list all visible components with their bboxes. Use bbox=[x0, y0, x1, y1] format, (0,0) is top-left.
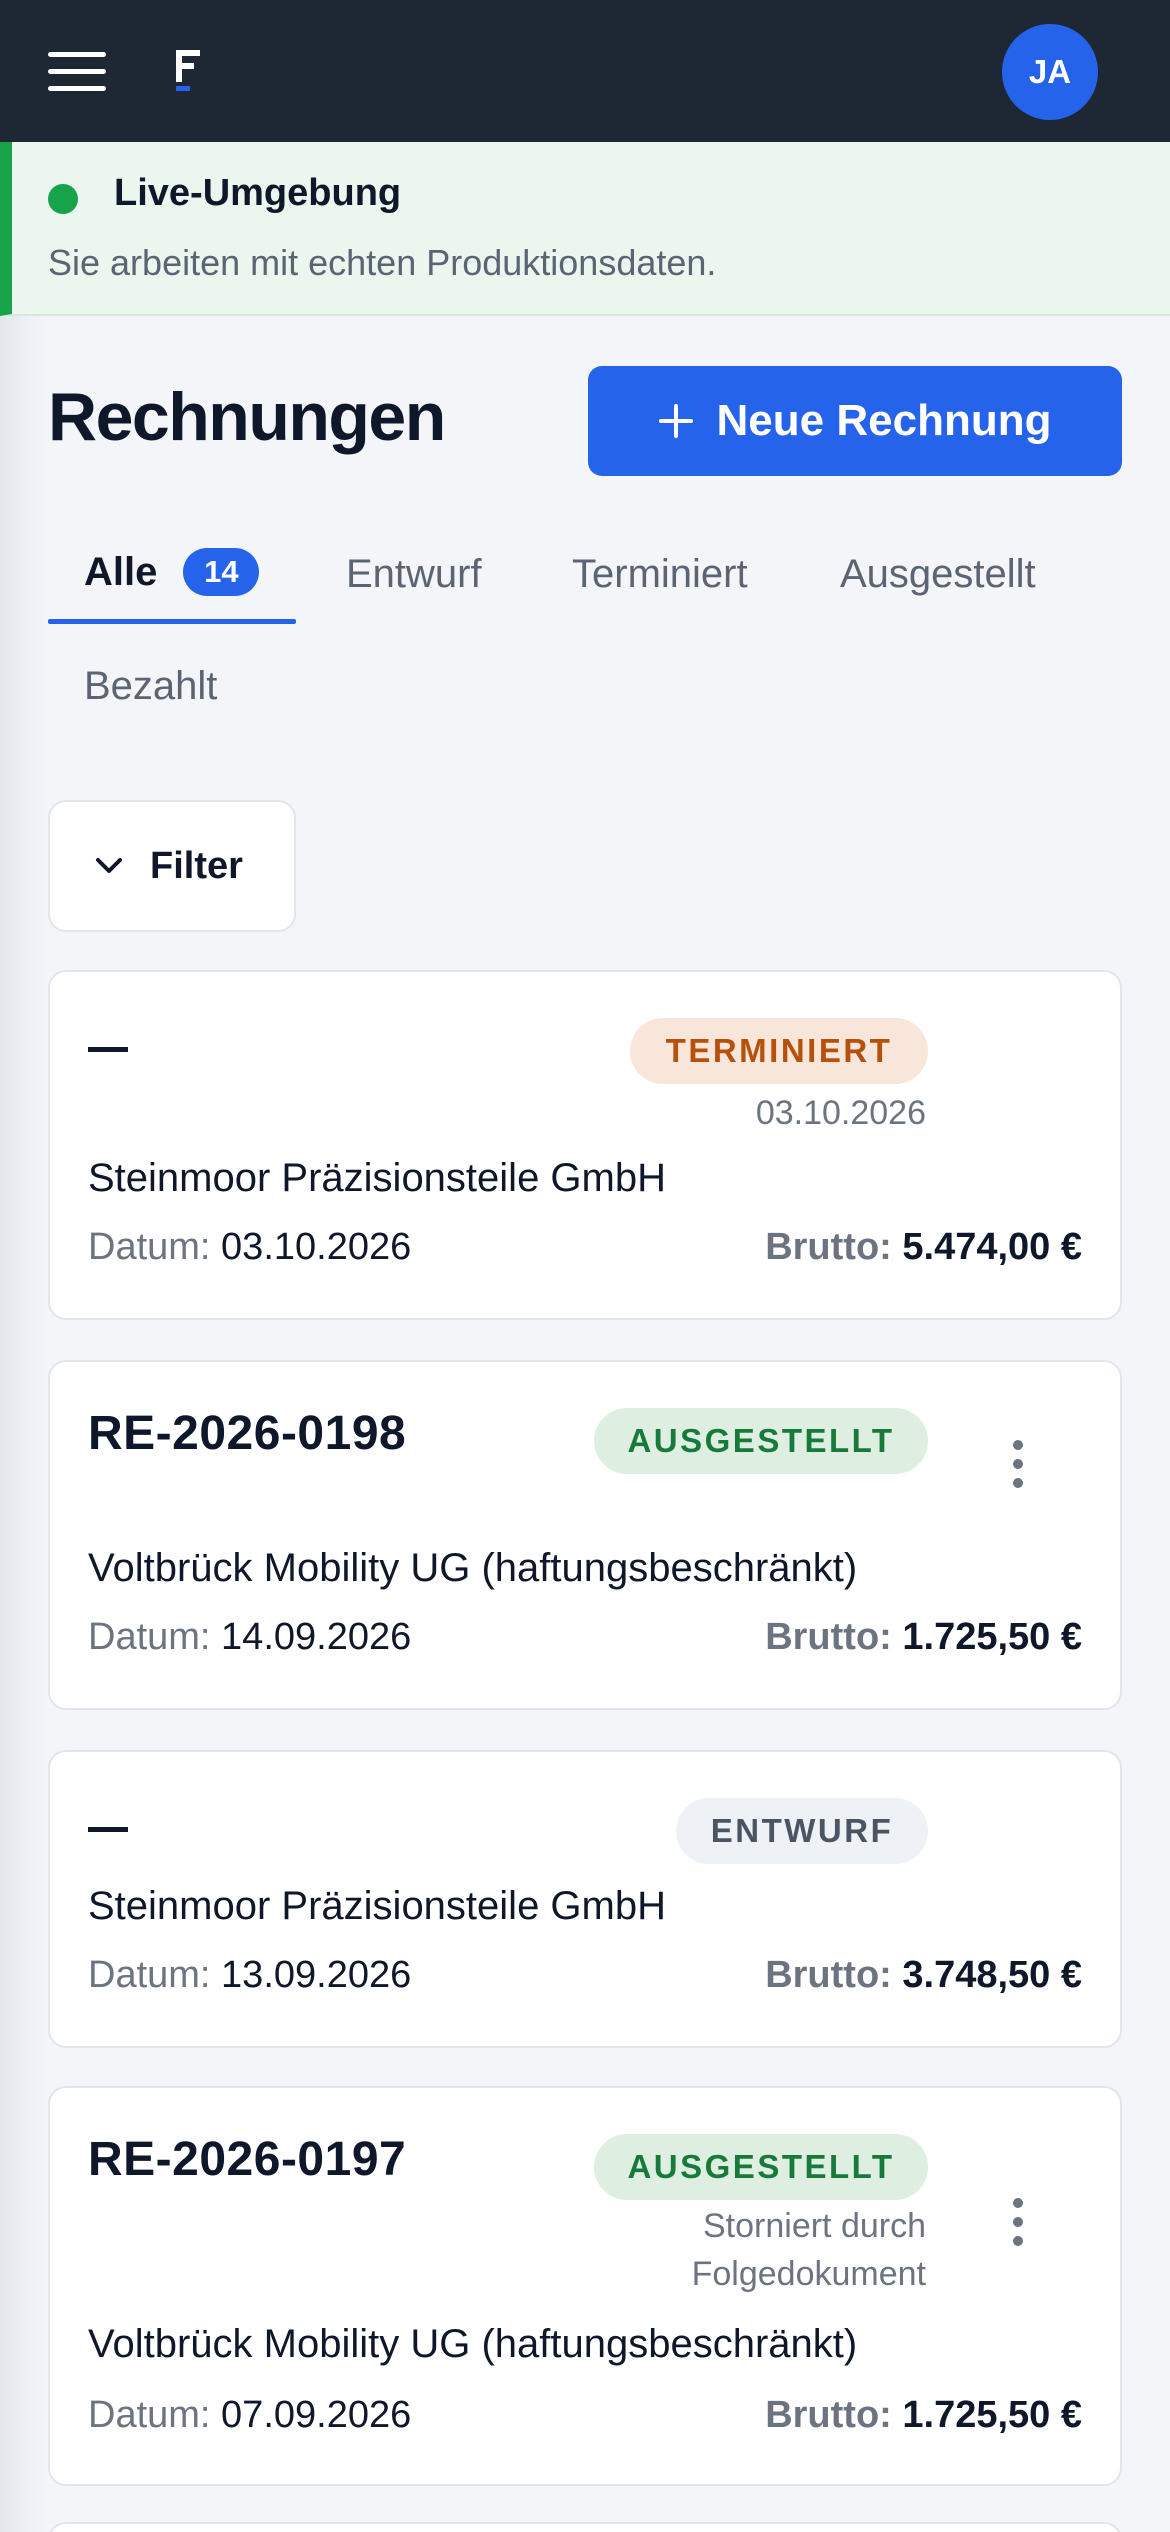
status-badge: AUSGESTELLT bbox=[594, 2134, 928, 2200]
gross-value: 1.725,50 € bbox=[902, 1616, 1082, 1658]
gross-label: Brutto: bbox=[765, 2394, 892, 2436]
count-badge: 14 bbox=[183, 548, 260, 596]
invoice-date: Datum: 03.10.2026 bbox=[88, 1226, 411, 1269]
invoice-card[interactable]: RE-2026-0198 AUSGESTELLT Voltbrück Mobil… bbox=[48, 1360, 1122, 1710]
cancellation-note-line: Storniert durch bbox=[703, 2207, 926, 2245]
gross-value: 3.748,50 € bbox=[902, 1954, 1082, 1996]
invoice-date: Datum: 14.09.2026 bbox=[88, 1616, 411, 1659]
date-label: Datum: bbox=[88, 1954, 211, 1996]
status-badge: TERMINIERT bbox=[630, 1018, 928, 1084]
tab-label: Alle bbox=[84, 549, 158, 594]
new-invoice-button[interactable]: Neue Rechnung bbox=[588, 366, 1122, 476]
gross-amount: Brutto: 3.748,50 € bbox=[765, 1954, 1082, 1997]
live-environment-banner: Live-Umgebung Sie arbeiten mit echten Pr… bbox=[0, 142, 1170, 316]
more-vertical-icon[interactable] bbox=[1004, 2192, 1032, 2252]
gross-amount: Brutto: 1.725,50 € bbox=[765, 1616, 1082, 1659]
gross-label: Brutto: bbox=[765, 1954, 892, 1996]
tab-scheduled[interactable]: Terminiert bbox=[572, 552, 748, 597]
more-vertical-icon[interactable] bbox=[1004, 1434, 1032, 1494]
cancellation-note-line: Folgedokument bbox=[691, 2255, 926, 2293]
logo-icon[interactable] bbox=[172, 46, 206, 96]
tab-draft[interactable]: Entwurf bbox=[346, 552, 482, 597]
invoice-number: RE-2026-0198 bbox=[88, 1407, 407, 1460]
invoice-number: RE-2026-0197 bbox=[88, 2133, 407, 2186]
tab-issued[interactable]: Ausgestellt bbox=[840, 552, 1036, 597]
date-label: Datum: bbox=[88, 1226, 211, 1268]
date-value: 03.10.2026 bbox=[221, 1226, 412, 1268]
invoice-card[interactable]: ENTWURF Steinmoor Präzisionsteile GmbH D… bbox=[48, 1750, 1122, 2048]
tab-all[interactable]: Alle 14 bbox=[84, 548, 260, 596]
invoice-number-placeholder bbox=[88, 1827, 128, 1832]
gross-value: 1.725,50 € bbox=[902, 2394, 1082, 2436]
customer-name: Voltbrück Mobility UG (haftungsbeschränk… bbox=[88, 1546, 858, 1590]
gross-label: Brutto: bbox=[765, 1226, 892, 1268]
date-value: 13.09.2026 bbox=[221, 1954, 412, 1996]
top-app-bar: JA bbox=[0, 0, 1170, 142]
gross-amount: Brutto: 5.474,00 € bbox=[765, 1226, 1082, 1269]
live-status-dot bbox=[48, 184, 78, 214]
gross-value: 5.474,00 € bbox=[902, 1226, 1082, 1268]
customer-name: Voltbrück Mobility UG (haftungsbeschränk… bbox=[88, 2322, 858, 2366]
gross-label: Brutto: bbox=[765, 1616, 892, 1658]
invoice-card[interactable]: RE-2026-0197 AUSGESTELLT Storniert durch… bbox=[48, 2086, 1122, 2486]
date-label: Datum: bbox=[88, 1616, 211, 1658]
filter-label: Filter bbox=[150, 844, 243, 887]
date-value: 14.09.2026 bbox=[221, 1616, 412, 1658]
status-badge: AUSGESTELLT bbox=[594, 1408, 928, 1474]
gross-amount: Brutto: 1.725,50 € bbox=[765, 2394, 1082, 2437]
invoice-list-screen: JA Live-Umgebung Sie arbeiten mit echten… bbox=[0, 0, 1170, 2532]
invoice-date: Datum: 07.09.2026 bbox=[88, 2394, 411, 2437]
avatar[interactable]: JA bbox=[1002, 24, 1098, 120]
invoice-date: Datum: 13.09.2026 bbox=[88, 1954, 411, 1997]
customer-name: Steinmoor Präzisionsteile GmbH bbox=[88, 1884, 666, 1928]
banner-subtitle: Sie arbeiten mit echten Produktionsdaten… bbox=[48, 242, 717, 283]
customer-name: Steinmoor Präzisionsteile GmbH bbox=[88, 1156, 666, 1200]
invoice-card[interactable]: TERMINIERT 03.10.2026 Steinmoor Präzisio… bbox=[48, 970, 1122, 1320]
chevron-down-icon bbox=[96, 858, 122, 873]
new-invoice-label: Neue Rechnung bbox=[716, 396, 1052, 445]
menu-icon[interactable] bbox=[48, 52, 106, 92]
plus-icon bbox=[658, 404, 693, 438]
filter-button[interactable]: Filter bbox=[48, 800, 296, 932]
cancellation-note: Storniert durch Folgedokument bbox=[692, 2202, 926, 2298]
active-tab-indicator bbox=[48, 619, 296, 624]
invoice-number-placeholder bbox=[88, 1047, 128, 1052]
invoice-card[interactable] bbox=[48, 2522, 1122, 2532]
banner-title: Live-Umgebung bbox=[114, 172, 402, 214]
date-label: Datum: bbox=[88, 2394, 211, 2436]
status-badge: ENTWURF bbox=[676, 1798, 928, 1864]
page-title: Rechnungen bbox=[48, 379, 446, 455]
scheduled-date: 03.10.2026 bbox=[755, 1094, 926, 1132]
side-shade bbox=[0, 316, 48, 2532]
date-value: 07.09.2026 bbox=[221, 2394, 412, 2436]
tab-paid[interactable]: Bezahlt bbox=[84, 664, 217, 709]
